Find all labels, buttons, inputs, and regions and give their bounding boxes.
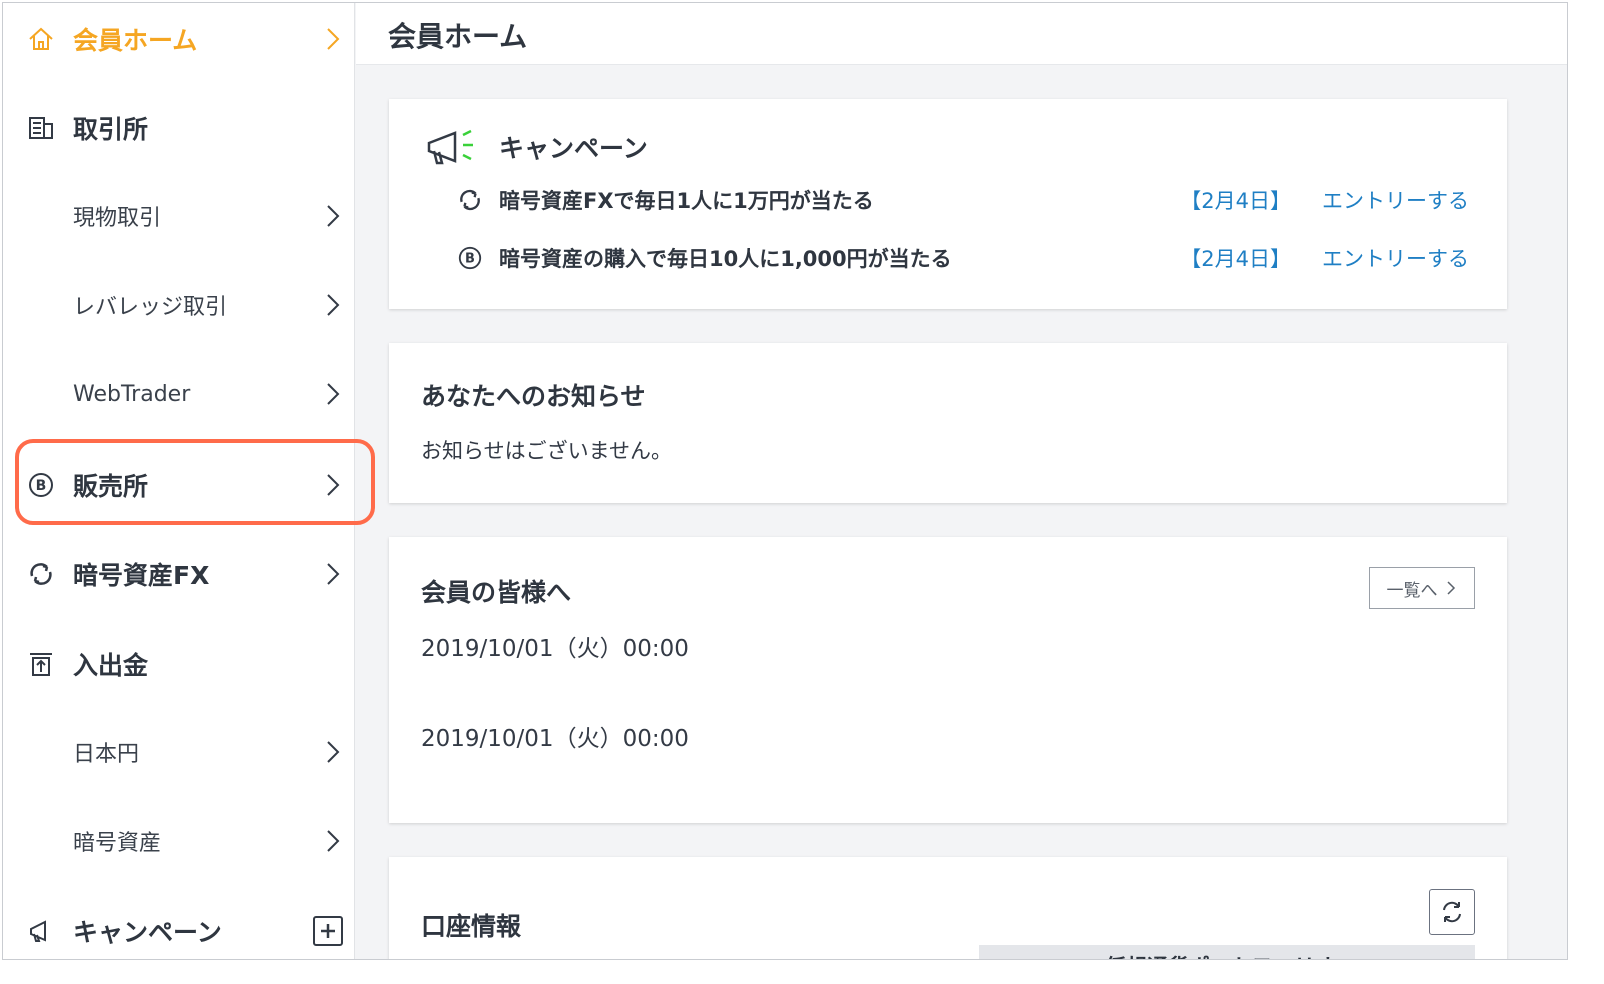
sidebar-item-spot-trading[interactable]: 現物取引 — [3, 186, 355, 246]
portfolio-tab-label: 仮想通貨ポートフォリオ — [1105, 951, 1336, 959]
campaign-text: 暗号資産FXで毎日1人に1万円が当たる — [499, 189, 874, 213]
account-title: 口座情報 — [421, 912, 522, 941]
sidebar-item-label: 会員ホーム — [73, 26, 198, 55]
sidebar-item-japanese-yen[interactable]: 日本円 — [3, 722, 355, 782]
refresh-icon — [1443, 901, 1461, 923]
portfolio-tab[interactable]: 仮想通貨ポートフォリオ — [979, 945, 1475, 959]
bitcoin-icon: B — [455, 243, 485, 273]
sidebar-item-label: 暗号資産FX — [73, 561, 210, 590]
announcement-date[interactable]: 2019/10/01（火）00:00 — [421, 629, 689, 663]
view-list-label: 一覧へ — [1386, 580, 1438, 600]
sidebar-section-label: 取引所 — [73, 115, 149, 144]
megaphone-icon — [25, 915, 57, 947]
home-icon — [25, 23, 57, 55]
campaign-row: 暗号資産FXで毎日1人に1万円が当たる 【2月4日】 エントリーする — [455, 183, 1469, 217]
sidebar-item-crypto-fx[interactable]: 暗号資産FX — [3, 544, 355, 604]
sidebar-section-label: 入出金 — [73, 651, 149, 680]
sidebar-item-campaign[interactable]: キャンペーン — [3, 901, 355, 959]
campaign-row: B 暗号資産の購入で毎日10人に1,000円が当たる 【2月4日】 エントリーす… — [455, 241, 1469, 275]
page-header: 会員ホーム — [356, 3, 1567, 65]
campaign-card: キャンペーン 暗号資産FXで毎日1人に1万円が当たる 【2月4日】 エントリーす… — [389, 99, 1507, 309]
campaign-entry-link[interactable]: エントリーする — [1322, 185, 1469, 215]
chevron-right-icon — [327, 294, 340, 316]
app-window: 会員ホーム 取引所 現物取引 レバレッジ取引 WebTrader B 販売所 暗… — [2, 2, 1568, 960]
megaphone-icon — [425, 127, 479, 171]
highlight-box — [15, 439, 375, 525]
sidebar-item-label: 現物取引 — [73, 206, 162, 231]
sidebar-item-label: WebTrader — [73, 381, 191, 407]
chevron-right-icon — [327, 383, 340, 405]
sidebar-item-label: キャンペーン — [73, 918, 222, 947]
campaign-date: 【2月4日】 — [1180, 189, 1291, 213]
members-title: 会員の皆様へ — [421, 578, 572, 607]
chevron-right-icon — [327, 28, 340, 50]
campaign-entry-link[interactable]: エントリーする — [1322, 243, 1469, 273]
sidebar-section-deposit-withdrawal: 入出金 — [3, 634, 355, 694]
campaign-text: 暗号資産の購入で毎日10人に1,000円が当たる — [499, 247, 952, 271]
building-icon — [25, 112, 57, 144]
expand-plus-icon[interactable] — [313, 916, 343, 946]
sidebar-section-exchange: 取引所 — [3, 98, 355, 158]
chevron-right-icon — [327, 830, 340, 852]
sidebar-item-label: 日本円 — [73, 742, 140, 767]
chevron-right-icon — [327, 205, 340, 227]
refresh-button[interactable] — [1429, 889, 1475, 935]
sidebar: 会員ホーム 取引所 現物取引 レバレッジ取引 WebTrader B 販売所 暗… — [3, 3, 375, 959]
sidebar-item-member-home[interactable]: 会員ホーム — [3, 9, 355, 69]
deposit-icon — [25, 648, 57, 680]
sidebar-item-label: 暗号資産 — [73, 831, 162, 856]
members-card: 会員の皆様へ 一覧へ 2019/10/01（火）00:00 2019/10/01… — [389, 537, 1507, 823]
campaign-date: 【2月4日】 — [1180, 247, 1291, 271]
page-title: 会員ホーム — [388, 20, 528, 53]
notice-title: あなたへのお知らせ — [421, 382, 646, 411]
sidebar-item-leverage-trading[interactable]: レバレッジ取引 — [3, 275, 355, 335]
announcement-date[interactable]: 2019/10/01（火）00:00 — [421, 719, 689, 753]
svg-text:B: B — [465, 252, 475, 267]
view-list-button[interactable]: 一覧へ — [1369, 567, 1475, 609]
sidebar-item-label: レバレッジ取引 — [73, 295, 228, 320]
chevron-right-icon — [327, 741, 340, 763]
exchange-icon — [25, 558, 57, 590]
sidebar-item-crypto-assets[interactable]: 暗号資産 — [3, 811, 355, 871]
notice-body: お知らせはございません。 — [421, 439, 672, 463]
exchange-icon — [455, 185, 485, 215]
chevron-right-icon — [1446, 581, 1455, 595]
sidebar-item-webtrader[interactable]: WebTrader — [3, 364, 355, 424]
account-card: 口座情報 仮想通貨ポートフォリオ — [389, 857, 1507, 959]
chevron-right-icon — [327, 563, 340, 585]
notice-card: あなたへのお知らせ お知らせはございません。 — [389, 343, 1507, 503]
campaign-title: キャンペーン — [499, 134, 648, 163]
